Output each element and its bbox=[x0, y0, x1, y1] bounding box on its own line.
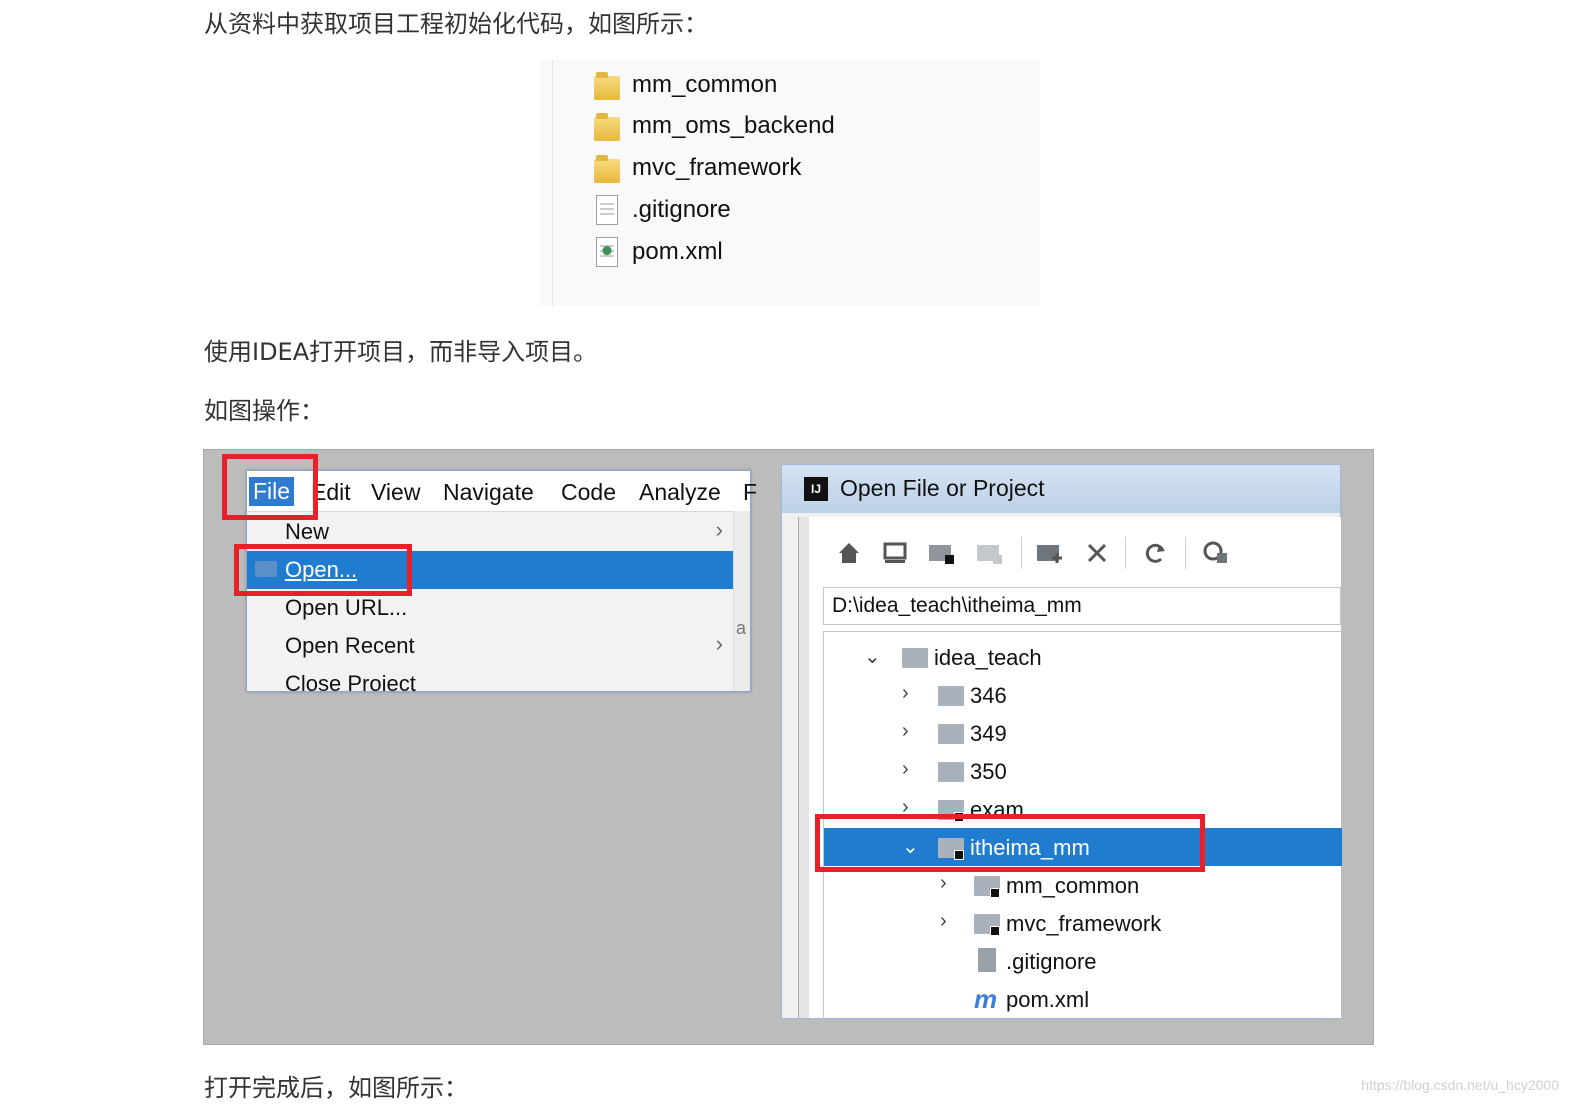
watermark: https://blog.csdn.net/u_hcy2000 bbox=[1361, 1077, 1559, 1093]
explorer-item[interactable]: mm_common bbox=[594, 66, 777, 104]
folder-icon bbox=[938, 686, 964, 706]
maven-icon: m bbox=[974, 984, 998, 1014]
chevron-right-icon[interactable]: › bbox=[902, 720, 909, 743]
folder-icon bbox=[938, 762, 964, 782]
delete-icon[interactable] bbox=[1083, 539, 1111, 567]
tree-row-label: mvc_framework bbox=[1006, 911, 1162, 936]
explorer-item[interactable]: mm_oms_backend bbox=[594, 107, 835, 145]
highlight-box-open bbox=[234, 544, 412, 596]
folder-icon bbox=[594, 70, 620, 100]
background-text: a bbox=[736, 618, 747, 638]
highlight-box-itheima bbox=[815, 814, 1205, 872]
home-icon[interactable] bbox=[835, 539, 863, 567]
chevron-down-icon[interactable]: ⌄ bbox=[864, 644, 881, 669]
path-input[interactable]: D:\idea_teach\itheima_mm bbox=[823, 587, 1341, 625]
tree-row-label: .gitignore bbox=[1006, 949, 1097, 974]
divider bbox=[552, 60, 553, 306]
menu-item-label: Open Recent bbox=[285, 633, 415, 658]
chevron-right-icon[interactable]: › bbox=[902, 758, 909, 781]
project-folder-icon[interactable] bbox=[927, 539, 957, 567]
folder-icon bbox=[938, 724, 964, 744]
show-hidden-icon[interactable] bbox=[1201, 539, 1231, 567]
result-paragraph: 打开完成后，如图所示： bbox=[204, 1074, 468, 1102]
toolbar-divider bbox=[1125, 537, 1126, 569]
menu-scrollbar[interactable] bbox=[733, 511, 750, 691]
tree-row-label: 350 bbox=[970, 759, 1007, 784]
folder-icon bbox=[902, 648, 928, 668]
instruction-paragraph: 使用IDEA打开项目，而非导入项目。 bbox=[204, 338, 598, 366]
text-file-icon bbox=[978, 948, 996, 972]
module-folder-icon bbox=[974, 914, 1000, 936]
xml-file-icon bbox=[594, 237, 620, 267]
tree-row-label: pom.xml bbox=[1006, 987, 1090, 1012]
menu-more[interactable]: F bbox=[743, 479, 757, 506]
explorer-item[interactable]: .gitignore bbox=[594, 191, 731, 229]
explorer-item-label: .gitignore bbox=[632, 196, 731, 223]
tree-row[interactable]: › 350 bbox=[824, 752, 1342, 790]
menu-navigate[interactable]: Navigate bbox=[443, 479, 534, 506]
tree-row[interactable]: › mvc_framework bbox=[824, 904, 1342, 942]
explorer-item-label: mm_common bbox=[632, 71, 778, 98]
module-folder-icon bbox=[974, 876, 1000, 898]
menu-code[interactable]: Code bbox=[561, 479, 616, 506]
refresh-icon[interactable] bbox=[1141, 539, 1169, 567]
tree-row[interactable]: › 349 bbox=[824, 714, 1342, 752]
dialog-body: D:\idea_teach\itheima_mm ⌄ idea_teach › … bbox=[798, 517, 1342, 1019]
toolbar-divider bbox=[1021, 537, 1022, 569]
path-value: D:\idea_teach\itheima_mm bbox=[832, 594, 1082, 617]
menu-item-label: Open URL... bbox=[285, 595, 408, 620]
explorer-item-label: mvc_framework bbox=[632, 154, 802, 181]
explorer-item[interactable]: pom.xml bbox=[594, 233, 723, 271]
explorer-screenshot: mm_common mm_oms_backend mvc_framework .… bbox=[540, 60, 1040, 306]
module-folder-icon[interactable] bbox=[975, 539, 1005, 567]
dialog-title-bar: IJ Open File or Project bbox=[782, 465, 1340, 513]
menu-item-close-project[interactable]: Close Project bbox=[247, 665, 733, 691]
tree-row[interactable]: .gitignore bbox=[824, 942, 1342, 980]
folder-icon bbox=[594, 153, 620, 183]
tree-row-label: 346 bbox=[970, 683, 1007, 708]
dialog-side-bar bbox=[799, 517, 809, 1018]
menu-analyze[interactable]: Analyze bbox=[639, 479, 721, 506]
text-file-icon bbox=[594, 195, 620, 225]
menu-bar: File Edit View Navigate Code Analyze F bbox=[247, 471, 757, 512]
folder-icon bbox=[594, 111, 620, 141]
highlight-box-file bbox=[222, 454, 318, 520]
tree-row[interactable]: › 346 bbox=[824, 676, 1342, 714]
chevron-right-icon[interactable]: › bbox=[940, 872, 947, 895]
tree-row[interactable]: m pom.xml bbox=[824, 980, 1342, 1018]
toolbar-divider bbox=[1185, 537, 1186, 569]
ide-screenshot: File Edit View Navigate Code Analyze F N… bbox=[203, 449, 1374, 1045]
dialog-title: Open File or Project bbox=[840, 475, 1045, 501]
operation-paragraph: 如图操作： bbox=[204, 397, 324, 425]
desktop-icon[interactable] bbox=[881, 539, 909, 567]
tree-row-label: 349 bbox=[970, 721, 1007, 746]
explorer-item[interactable]: mvc_framework bbox=[594, 149, 801, 187]
menu-item-open-recent[interactable]: Open Recent › bbox=[247, 627, 733, 665]
intro-paragraph: 从资料中获取项目工程初始化代码，如图所示： bbox=[204, 10, 708, 38]
explorer-item-label: pom.xml bbox=[632, 238, 723, 265]
tree-row-label: idea_teach bbox=[934, 645, 1042, 670]
tree-row-label: mm_common bbox=[1006, 873, 1140, 898]
menu-view[interactable]: View bbox=[371, 479, 420, 506]
chevron-right-icon: › bbox=[715, 517, 723, 542]
new-folder-icon[interactable] bbox=[1035, 539, 1065, 567]
chevron-right-icon[interactable]: › bbox=[940, 910, 947, 933]
menu-item-label: New bbox=[285, 519, 330, 544]
explorer-item-label: mm_oms_backend bbox=[632, 112, 835, 139]
tree-row[interactable]: ⌄ idea_teach bbox=[824, 638, 1342, 676]
chevron-right-icon: › bbox=[715, 631, 723, 656]
chevron-right-icon[interactable]: › bbox=[902, 682, 909, 705]
open-file-dialog: IJ Open File or Project D:\idea_teach\it… bbox=[781, 464, 1342, 1019]
menu-item-label: Close Project bbox=[285, 671, 416, 691]
intellij-logo-icon: IJ bbox=[804, 477, 828, 501]
